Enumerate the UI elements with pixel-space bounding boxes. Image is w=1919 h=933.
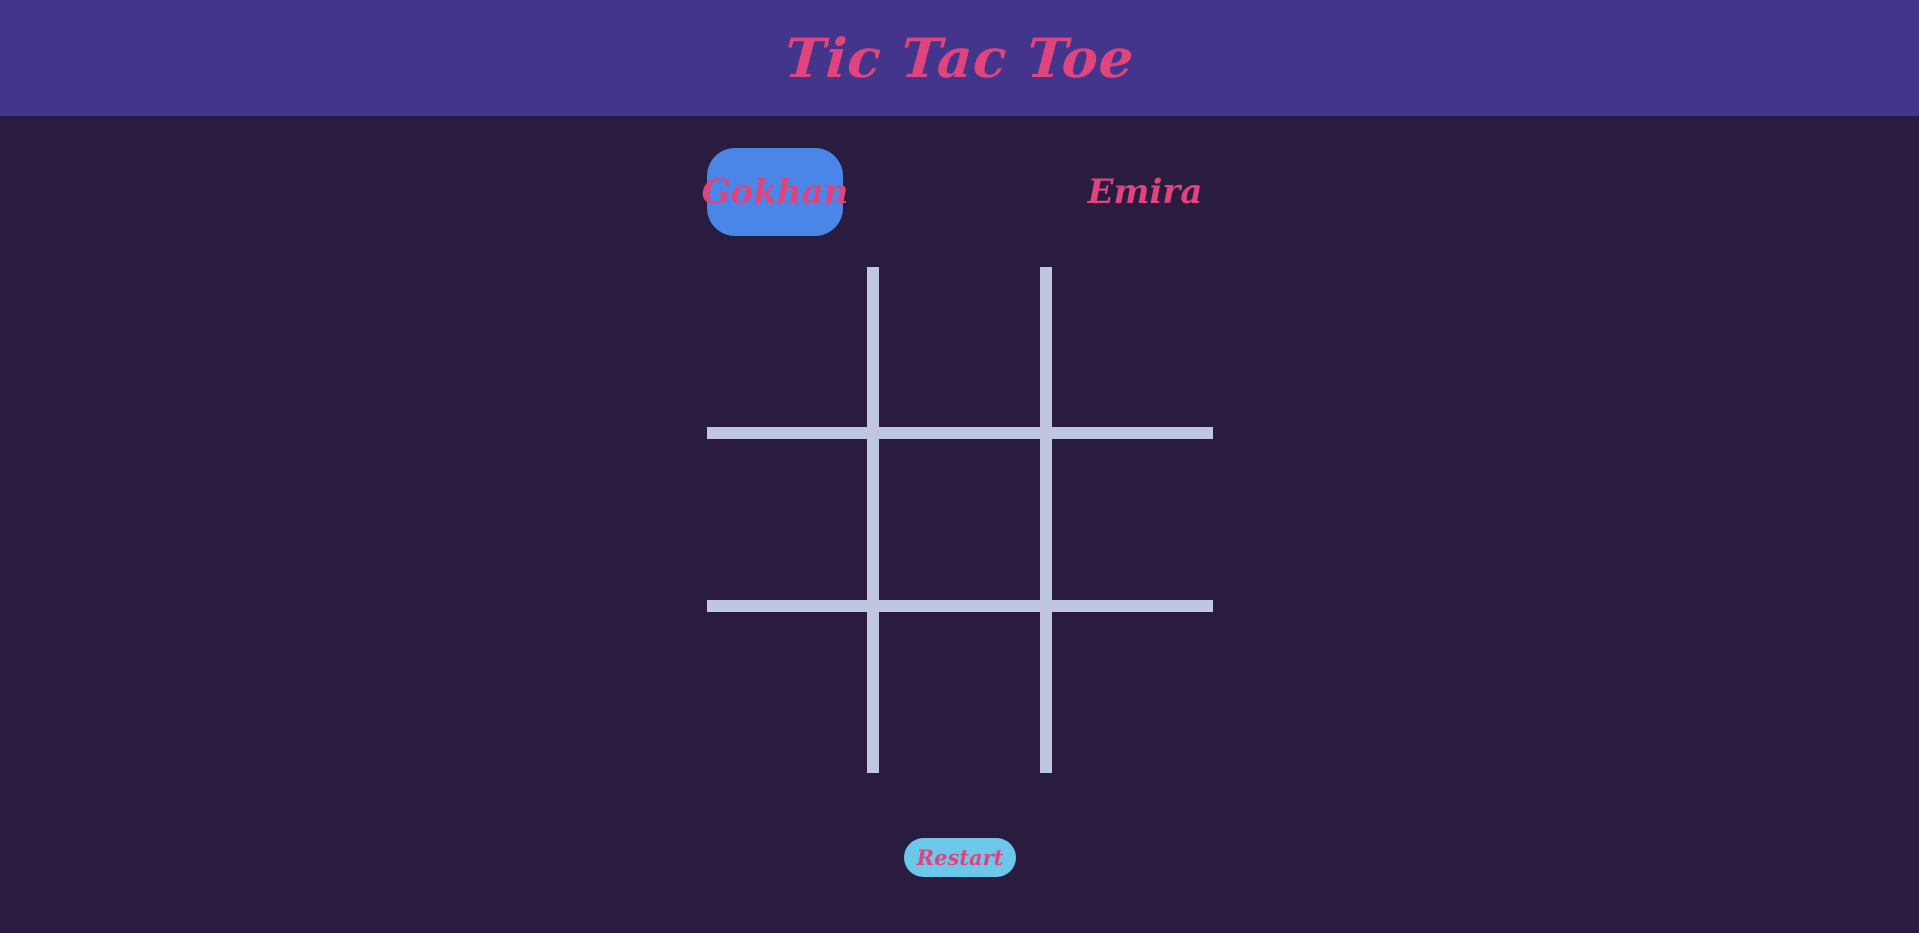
restart-button[interactable]: Restart [904, 838, 1016, 877]
board-cell-5[interactable] [1053, 440, 1213, 600]
app-header: Tic Tac Toe [0, 0, 1919, 116]
board-cell-1[interactable] [880, 267, 1040, 427]
board-cell-7[interactable] [880, 613, 1040, 773]
board-cell-8[interactable] [1053, 613, 1213, 773]
grid-line-vertical-2 [1040, 267, 1052, 773]
board-cell-6[interactable] [707, 613, 867, 773]
board-cell-2[interactable] [1053, 267, 1213, 427]
board-cell-3[interactable] [707, 440, 867, 600]
page-title: Tic Tac Toe [782, 26, 1137, 90]
game-board [707, 267, 1213, 773]
grid-line-vertical-1 [867, 267, 879, 773]
grid-line-horizontal-1 [707, 427, 1213, 439]
players-bar: Gokhan Emira [702, 148, 1213, 236]
board-cell-0[interactable] [707, 267, 867, 427]
player-one-card[interactable]: Gokhan [702, 148, 848, 236]
player-two-card[interactable]: Emira [1077, 148, 1213, 236]
board-cell-4[interactable] [880, 440, 1040, 600]
grid-line-horizontal-2 [707, 600, 1213, 612]
